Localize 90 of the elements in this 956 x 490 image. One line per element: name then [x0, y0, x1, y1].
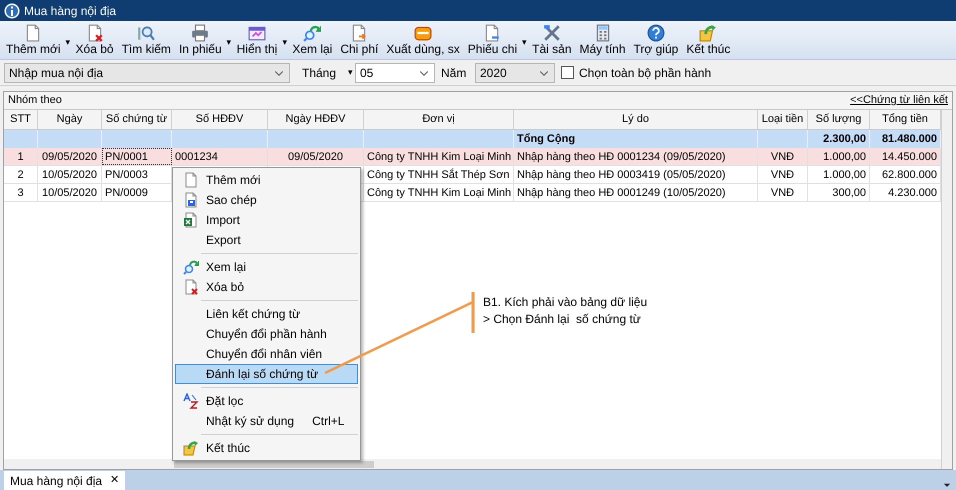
column-header[interactable]: Loại tiền	[758, 110, 808, 129]
dropdown-field[interactable]: 05	[355, 62, 435, 82]
dropdown-field[interactable]: Nhập mua nội địa	[4, 62, 290, 82]
spreadsheet-icon	[183, 212, 199, 228]
table-cell: VNĐ	[758, 166, 808, 183]
menu-item[interactable]: Chuyển đổi nhân viên	[175, 344, 358, 364]
toolbar-button[interactable]: Trợ giúp	[630, 24, 682, 59]
menu-item[interactable]: Kết thúc	[175, 438, 358, 458]
column-header[interactable]: Số lượng	[808, 110, 870, 129]
menu-item[interactable]: Đánh lại số chứng từ	[175, 364, 358, 384]
menu-item[interactable]: Chuyển đổi phần hành	[175, 324, 358, 344]
folder-arrow-icon	[699, 24, 718, 42]
toolbar-button[interactable]: Tài sản	[528, 24, 576, 59]
menu-item[interactable]: Xem lại	[175, 257, 358, 277]
menu-item[interactable]: Đặt lọc	[175, 391, 358, 411]
tools-icon	[542, 24, 561, 42]
refresh-search-icon	[183, 259, 199, 275]
column-header[interactable]: Đơn vị	[364, 110, 514, 129]
dropdown-button[interactable]: ▾	[64, 24, 72, 47]
table-cell: 1.000,00	[808, 148, 870, 165]
checkbox[interactable]	[561, 66, 574, 79]
table-cell: Nhập hàng theo HĐ 0001249 (10/05/2020)	[514, 184, 758, 201]
dropdown-field[interactable]: 2020	[475, 62, 555, 82]
help-icon	[646, 24, 665, 42]
callout-text: B1. Kích phải vào bảng dữ liệu > Chọn Đánh lại số chứng từ	[483, 294, 648, 328]
menu-item[interactable]: Liên kết chứng từ	[175, 304, 358, 324]
table-cell: Nhập hàng theo HĐ 0003419 (05/05/2020)	[514, 166, 758, 183]
tray-icon	[414, 24, 432, 42]
folder-arrow-icon	[183, 440, 199, 456]
column-header[interactable]: Số HĐĐV	[172, 110, 268, 129]
toolbar-button[interactable]: In phiếu	[174, 24, 226, 59]
month-label: Tháng	[302, 64, 338, 82]
toolbar-button[interactable]: Máy tính	[576, 24, 630, 59]
year-label: Năm	[441, 64, 468, 82]
menu-item[interactable]: Nhật ký sử dụng Ctrl+L	[175, 411, 358, 431]
toolbar-button[interactable]: Chi phí	[336, 24, 382, 59]
dropdown-button[interactable]: ▾	[521, 24, 528, 47]
window-icon	[248, 24, 266, 42]
menu-item[interactable]: Export	[175, 230, 358, 250]
table-cell: 0001234	[172, 148, 268, 165]
column-header[interactable]: Ngày HĐĐV	[268, 110, 364, 129]
table-cell: 09/05/2020	[38, 148, 102, 165]
dropdown-button[interactable]: ▾	[346, 66, 355, 80]
dropdown-button[interactable]: ▾	[281, 24, 288, 47]
table-cell: 10/05/2020	[38, 184, 102, 201]
table-cell: Công ty TNHH Sắt Thép Sơn	[364, 166, 514, 183]
toolbar-button[interactable]: Kết thúc	[682, 24, 734, 59]
toolbar-button[interactable]: Xem lại	[288, 24, 336, 59]
table-cell: 300,00	[808, 184, 870, 201]
table-cell: VNĐ	[758, 148, 808, 165]
table-cell: Nhập hàng theo HĐ 0001234 (09/05/2020)	[514, 148, 758, 165]
table-cell: Công ty TNHH Kim Loại Minh	[364, 148, 514, 165]
toolbar-button[interactable]: Tìm kiếm	[118, 24, 175, 59]
vertical-scrollbar[interactable]	[941, 110, 952, 469]
toolbar-button[interactable]: Xóa bỏ	[72, 24, 118, 59]
table-cell: PN/0001	[102, 148, 172, 165]
printer-icon	[191, 24, 210, 42]
table-cell: 09/05/2020	[268, 148, 364, 165]
horizontal-scrollbar[interactable]	[4, 459, 941, 469]
toolbar-button[interactable]: Phiếu chi	[464, 24, 522, 59]
table-row[interactable]: 1 09/05/2020 PN/0001 0001234 09/05/2020 Công ty TNHH Kim Loại Minh Nhập hàng theo HĐ 0001234 (09/05/2020) VNĐ 1.000,00 14.450.000	[4, 148, 941, 166]
checkbox-label: Chọn toàn bộ phần hành	[579, 64, 712, 82]
page-icon	[183, 172, 199, 188]
delete-icon	[183, 279, 199, 295]
toolbar-button[interactable]: Xuất dùng, sx	[382, 24, 464, 59]
column-header[interactable]: Ngày	[38, 110, 102, 129]
table-cell: VNĐ	[758, 184, 808, 201]
table-cell: 10/05/2020	[38, 166, 102, 183]
table-cell: 1.000,00	[808, 166, 870, 183]
toolbar-button[interactable]: Hiển thị	[232, 24, 282, 59]
window-title: Mua hàng nội địa	[24, 2, 116, 20]
group-by-label: Nhóm theo	[8, 93, 62, 108]
close-button[interactable]: ✕	[110, 472, 120, 489]
document-tab[interactable]: Mua hàng nội địa ✕	[4, 471, 126, 490]
menu-item[interactable]: Xóa bỏ	[175, 277, 358, 297]
info-icon	[4, 2, 20, 18]
table-cell: 3	[4, 184, 38, 201]
search-icon	[137, 24, 156, 42]
toolbar-button[interactable]: Thêm mới	[2, 24, 65, 59]
table-cell: 2	[4, 166, 38, 183]
table-cell: 1	[4, 148, 38, 165]
dropdown-button[interactable]: ▾	[226, 24, 233, 47]
table-cell: Công ty TNHH Kim Loại Minh	[364, 184, 514, 201]
linked-documents-link[interactable]: <<Chứng từ liên kết	[850, 92, 948, 109]
menu-item[interactable]: Import	[175, 210, 358, 230]
column-header[interactable]: Lý do	[514, 110, 758, 129]
column-header[interactable]: Số chứng từ	[102, 110, 172, 129]
refresh-search-icon	[303, 24, 322, 42]
sort-icon	[183, 393, 199, 409]
column-header[interactable]: STT	[4, 110, 38, 129]
